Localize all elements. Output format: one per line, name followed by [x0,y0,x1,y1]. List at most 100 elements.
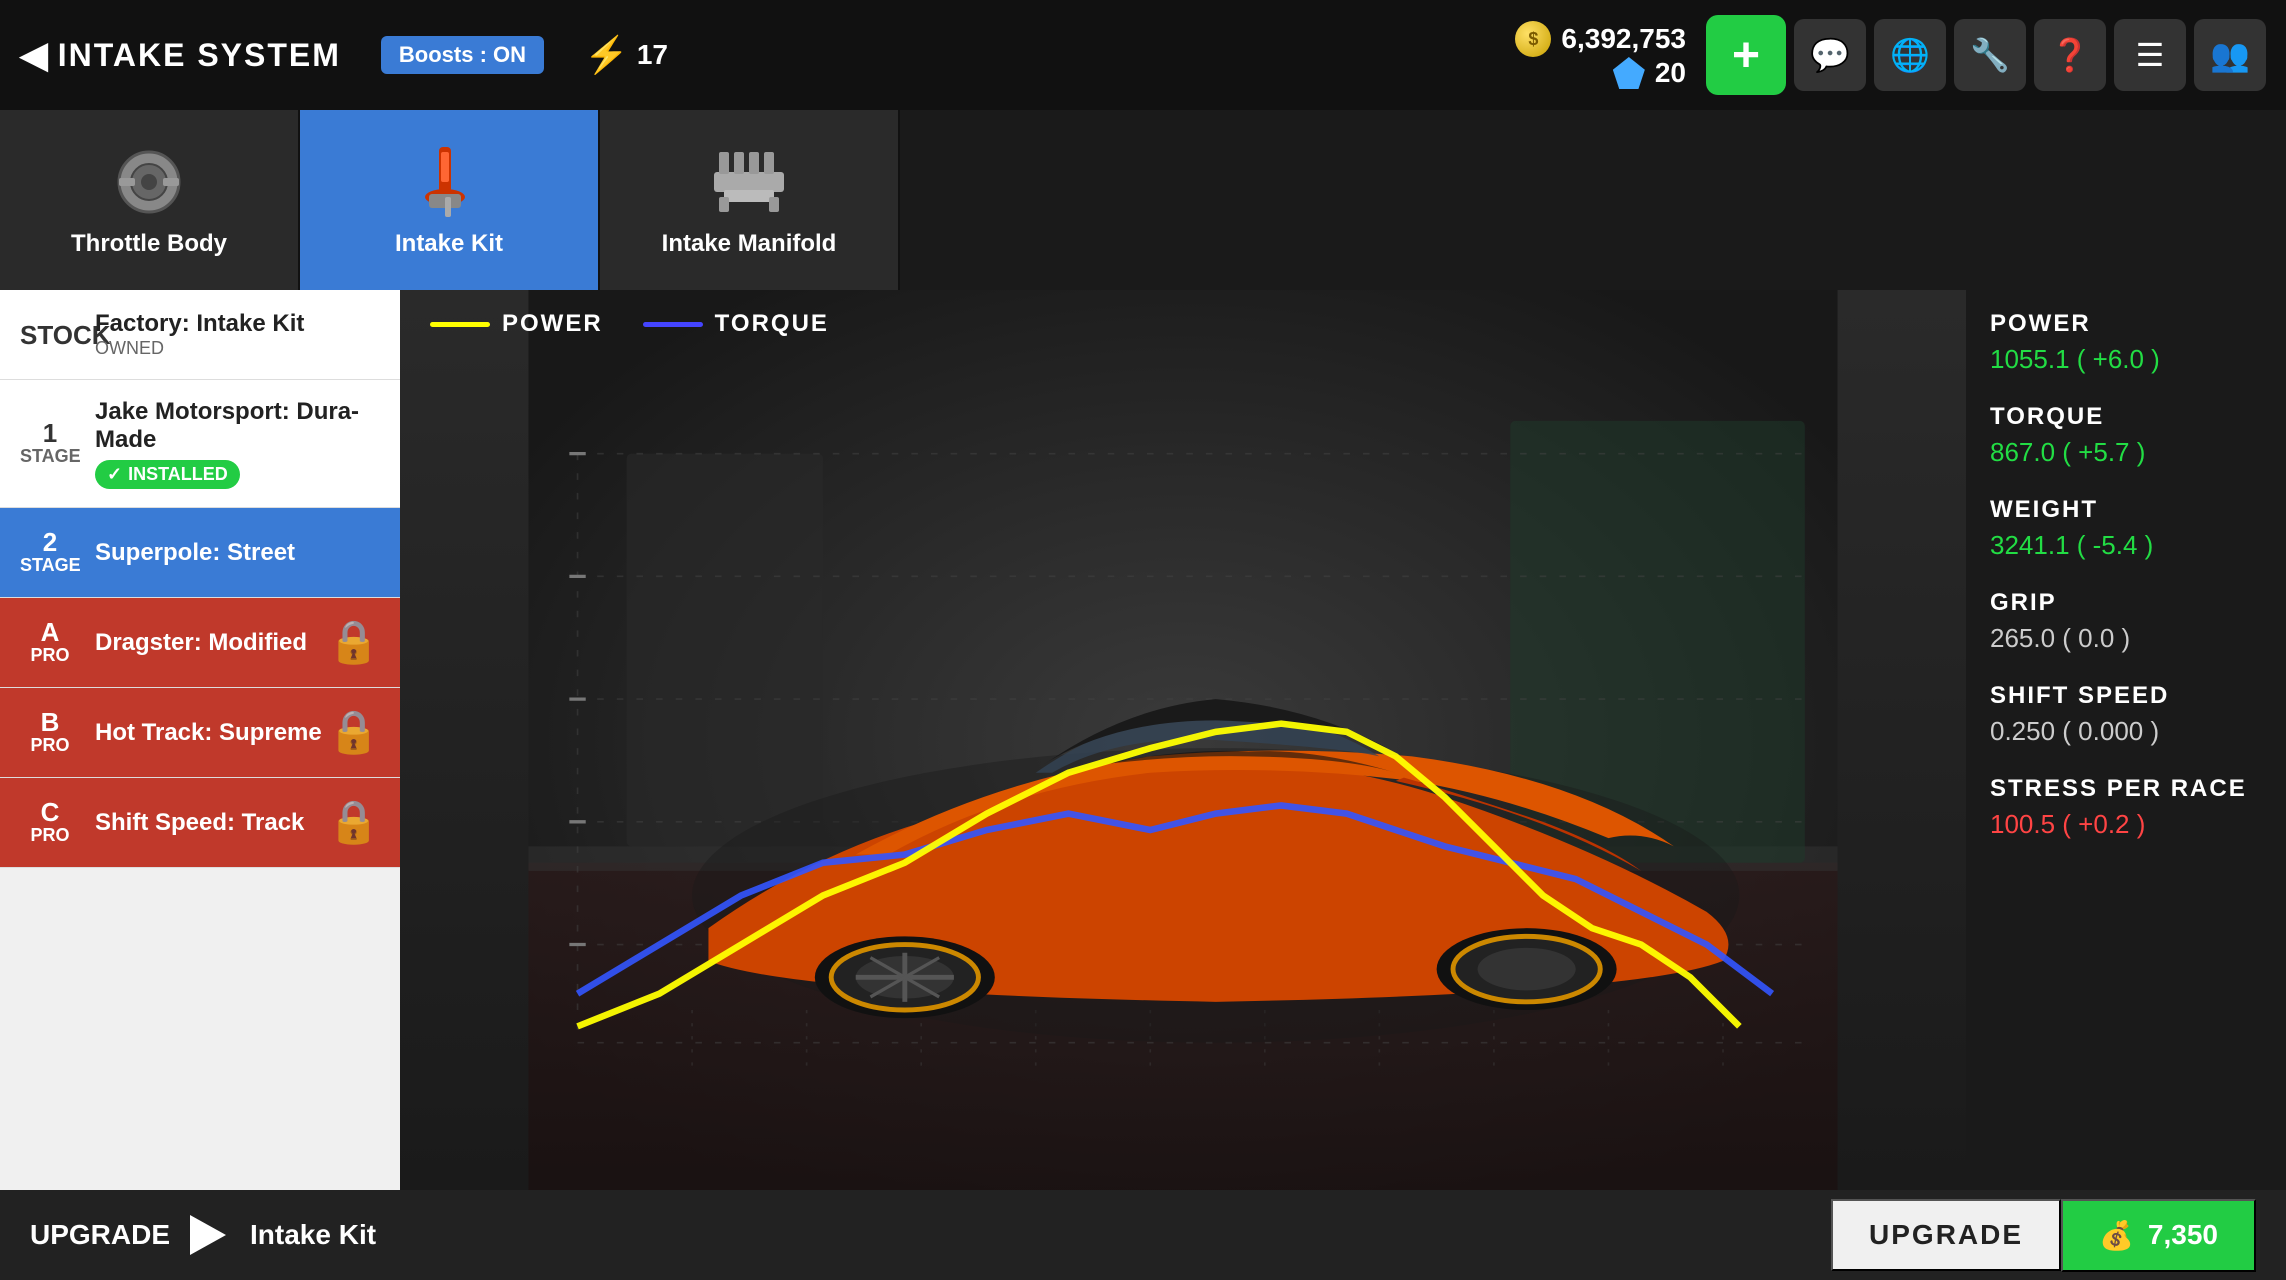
stage-text-a: A [20,619,80,645]
lightning-count: 17 [637,39,668,71]
stage-text-stock: STOCK [20,322,80,348]
upgrade-item-label: Intake Kit [250,1219,376,1251]
stage-label-a: A PRO [20,619,80,666]
stage-sub-2: STAGE [20,555,80,576]
stat-power: POWER 1055.1 ( +6.0 ) [1990,310,2262,375]
chart-legend: POWER TORQUE [430,310,829,338]
gem-amount: 20 [1655,57,1686,89]
upgrade-info-1: Jake Motorsport: Dura-Made ✓ INSTALLED [80,398,380,489]
add-button[interactable]: + [1706,15,1786,95]
upgrade-item-stagec[interactable]: C PRO Shift Speed: Track 🔒 [0,778,400,868]
stat-grip-value: 265.0 ( 0.0 ) [1990,623,2262,654]
tab-row: Throttle Body Intake Kit Intake Manifold [0,110,900,290]
chat-button[interactable]: 💬 [1794,19,1866,91]
upgrade-info-c: Shift Speed: Track [80,809,328,837]
upgrade-info-a: Dragster: Modified [80,629,328,657]
lock-icon-a: 🔒 [328,618,380,667]
stats-panel: POWER 1055.1 ( +6.0 ) TORQUE 867.0 ( +5.… [1966,290,2286,1190]
wrench-button[interactable]: 🔧 [1954,19,2026,91]
upgrade-button[interactable]: UPGRADE [1831,1199,2061,1271]
cost-button[interactable]: 💰 7,350 [2061,1199,2256,1272]
tab-throttle-body[interactable]: Throttle Body [0,110,300,290]
lock-icon-b: 🔒 [328,708,380,757]
torque-legend-label: TORQUE [715,310,829,338]
boost-badge[interactable]: Boosts : ON [381,36,544,74]
tab-intake-manifold-label: Intake Manifold [662,230,837,258]
stage-sub-a: PRO [20,645,80,666]
stage-text-c: C [20,799,80,825]
upgrade-list: STOCK Factory: Intake Kit OWNED 1 STAGE … [0,290,400,1190]
stock-sub: OWNED [95,338,380,359]
gem-row: 20 [1613,57,1686,89]
menu-button[interactable]: ☰ [2114,19,2186,91]
stat-power-value: 1055.1 ( +6.0 ) [1990,344,2262,375]
stat-torque-value: 867.0 ( +5.7 ) [1990,437,2262,468]
stat-shift-speed: SHIFT SPEED 0.250 ( 0.000 ) [1990,682,2262,747]
stat-shift-speed-value: 0.250 ( 0.000 ) [1990,716,2262,747]
performance-chart [400,290,1966,1190]
upgrade-name-stock: Factory: Intake Kit [95,310,380,338]
stat-torque: TORQUE 867.0 ( +5.7 ) [1990,403,2262,468]
stage-label-b: B PRO [20,709,80,756]
lightning-icon: ⚡ [584,34,629,76]
stage-label-stock: STOCK [20,322,80,348]
bottom-left: UPGRADE Intake Kit [30,1215,376,1255]
car-area: POWER TORQUE [400,290,1966,1190]
cost-amount: 7,350 [2148,1219,2218,1251]
installed-badge: ✓ INSTALLED [95,460,240,489]
upgrade-info-stock: Factory: Intake Kit OWNED [80,310,380,359]
lock-icon-c: 🔒 [328,798,380,847]
main-content: STOCK Factory: Intake Kit OWNED 1 STAGE … [0,290,2286,1190]
stat-shift-speed-name: SHIFT SPEED [1990,682,2262,710]
upgrade-name-1: Jake Motorsport: Dura-Made [95,398,380,454]
currency-section: $ 6,392,753 20 [1515,21,1686,89]
upgrade-name-c: Shift Speed: Track [95,809,328,837]
upgrade-item-stage1[interactable]: 1 STAGE Jake Motorsport: Dura-Made ✓ INS… [0,380,400,508]
help-button[interactable]: ❓ [2034,19,2106,91]
back-arrow-icon: ◀ [20,34,48,76]
stage-label-2: 2 STAGE [20,529,80,576]
stage-text-b: B [20,709,80,735]
upgrade-item-stageb[interactable]: B PRO Hot Track: Supreme 🔒 [0,688,400,778]
back-button[interactable]: ◀ INTAKE SYSTEM [20,34,341,76]
stat-torque-name: TORQUE [1990,403,2262,431]
stat-stress: STRESS PER RACE 100.5 ( +0.2 ) [1990,775,2262,840]
stage-label-1: 1 STAGE [20,420,80,467]
upgrade-label: UPGRADE [30,1219,170,1251]
stat-grip: GRIP 265.0 ( 0.0 ) [1990,589,2262,654]
globe-button[interactable]: 🌐 [1874,19,1946,91]
cost-coin-icon: 💰 [2099,1219,2134,1252]
bottom-bar: UPGRADE Intake Kit UPGRADE 💰 7,350 [0,1190,2286,1280]
header: ◀ INTAKE SYSTEM Boosts : ON ⚡ 17 $ 6,392… [0,0,2286,110]
stage-label-c: C PRO [20,799,80,846]
power-legend-line [430,322,490,327]
stat-stress-value: 100.5 ( +0.2 ) [1990,809,2262,840]
tab-intake-manifold[interactable]: Intake Manifold [600,110,900,290]
header-actions: + 💬 🌐 🔧 ❓ ☰ 👥 [1706,15,2266,95]
play-icon [190,1215,230,1255]
stage-sub-1: STAGE [20,446,80,467]
tab-intake-kit-label: Intake Kit [395,230,503,258]
torque-legend: TORQUE [643,310,829,338]
throttle-body-icon [109,142,189,222]
upgrade-item-stock[interactable]: STOCK Factory: Intake Kit OWNED [0,290,400,380]
upgrade-info-b: Hot Track: Supreme [80,719,328,747]
upgrade-info-2: Superpole: Street [80,539,380,567]
torque-legend-line [643,322,703,327]
stat-stress-name: STRESS PER RACE [1990,775,2262,803]
upgrade-item-stagea[interactable]: A PRO Dragster: Modified 🔒 [0,598,400,688]
stage-text-2: 2 [20,529,80,555]
lightning-badge: ⚡ 17 [584,34,668,76]
stat-weight-name: WEIGHT [1990,496,2262,524]
upgrade-item-stage2[interactable]: 2 STAGE Superpole: Street [0,508,400,598]
stat-grip-name: GRIP [1990,589,2262,617]
stat-weight: WEIGHT 3241.1 ( -5.4 ) [1990,496,2262,561]
social-button[interactable]: 👥 [2194,19,2266,91]
upgrade-name-b: Hot Track: Supreme [95,719,328,747]
power-legend: POWER [430,310,603,338]
page-title: INTAKE SYSTEM [58,37,341,74]
intake-kit-icon [409,142,489,222]
coin-icon: $ [1515,21,1551,57]
upgrade-name-a: Dragster: Modified [95,629,328,657]
tab-intake-kit[interactable]: Intake Kit [300,110,600,290]
